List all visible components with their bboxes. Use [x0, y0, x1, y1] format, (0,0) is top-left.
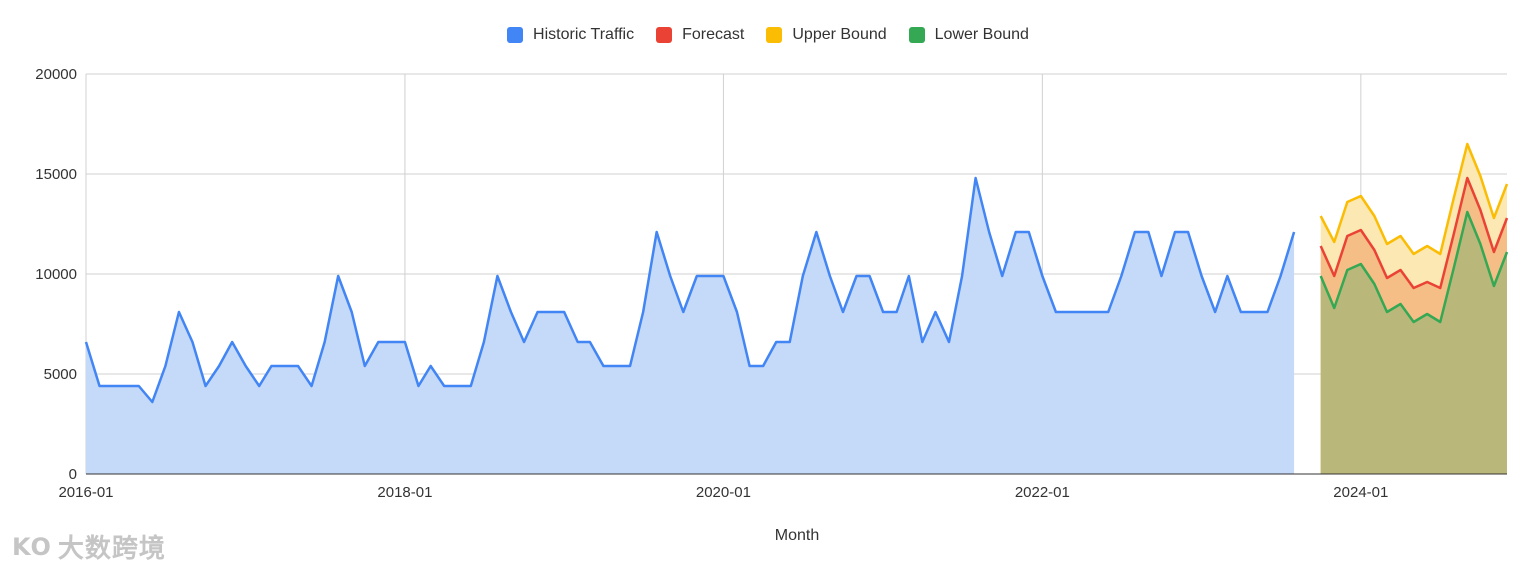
x-tick-label: 2020-01: [696, 484, 751, 501]
x-tick-label: 2024-01: [1333, 484, 1388, 501]
y-tick-label: 15000: [35, 166, 77, 183]
y-tick-label: 10000: [35, 266, 77, 283]
x-tick-label: 2018-01: [377, 484, 432, 501]
y-tick-label: 20000: [35, 66, 77, 83]
chart-canvas: 0 5000 10000 15000 20000 2016-01 2018-01 2020-0…: [35, 66, 1509, 544]
watermark-logo: KO: [12, 532, 52, 561]
x-tick-label: 2016-01: [58, 484, 113, 501]
watermark: KO 大数跨境: [12, 528, 166, 565]
y-tick-label: 5000: [44, 366, 77, 383]
watermark-text: 大数跨境: [57, 533, 166, 563]
area-historic-traffic: [86, 178, 1295, 474]
y-tick-label: 0: [69, 466, 77, 483]
x-tick-label: 2022-01: [1015, 484, 1070, 501]
x-axis-title: Month: [775, 527, 819, 544]
